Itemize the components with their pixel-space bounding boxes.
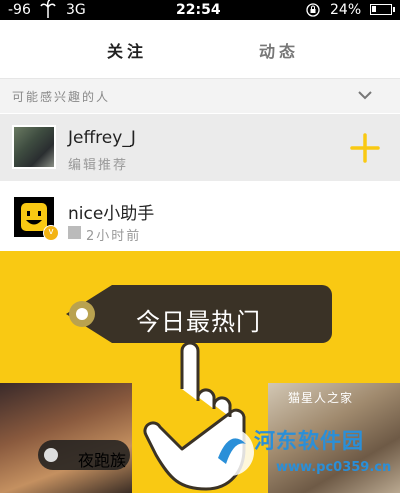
note-icon <box>68 226 81 239</box>
user-subtitle: 2小时前 <box>86 229 142 244</box>
tab-bar: 关注 动态 <box>0 20 400 79</box>
rotation-lock-icon <box>306 3 320 17</box>
verified-badge: v <box>43 225 59 241</box>
palm-tree-icon <box>40 0 56 18</box>
avatar[interactable] <box>12 125 56 169</box>
hot-today-label: 今日最热门 <box>136 308 261 336</box>
network-type: 3G <box>66 2 86 18</box>
user-row[interactable]: v nice小助手 2小时前 <box>0 181 400 251</box>
battery-percent: 24% <box>330 2 362 18</box>
suggestions-header[interactable]: 可能感兴趣的人 <box>0 79 400 113</box>
suggestions-title: 可能感兴趣的人 <box>12 90 111 104</box>
battery-icon <box>370 4 395 15</box>
chevron-down-icon[interactable] <box>357 89 373 101</box>
photo-night-run[interactable] <box>0 383 132 493</box>
clock: 22:54 <box>176 2 221 18</box>
user-subtitle: 编辑推荐 <box>68 158 129 173</box>
add-follow-button[interactable] <box>350 133 380 163</box>
user-name[interactable]: nice小助手 <box>68 199 154 224</box>
tag-right-label: 猫星人之家 <box>288 391 354 405</box>
tab-feed[interactable]: 动态 <box>259 38 299 62</box>
signal-strength: -96 <box>8 2 31 18</box>
tag-left-label: 夜跑族 <box>78 451 127 470</box>
watermark-title: 河东软件园 <box>254 429 364 453</box>
tab-follow[interactable]: 关注 <box>107 38 147 62</box>
user-row[interactable]: Jeffrey_J 编辑推荐 <box>0 114 400 182</box>
watermark-url: www.pc0359.cn <box>276 460 392 475</box>
user-name[interactable]: Jeffrey_J <box>68 128 136 148</box>
status-bar: -96 3G 22:54 24% <box>0 0 400 20</box>
